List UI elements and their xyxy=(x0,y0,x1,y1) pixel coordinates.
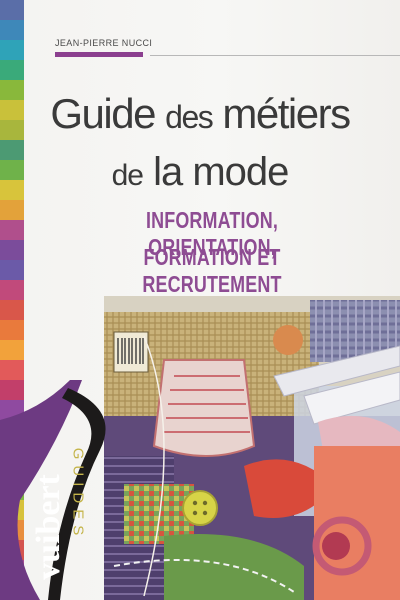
title-word-de: de xyxy=(111,159,144,192)
series-name: GUIDES xyxy=(69,447,87,542)
title-word-metiers: métiers xyxy=(222,90,351,137)
spine-color-block xyxy=(0,360,24,380)
spine-color-block xyxy=(0,200,24,220)
red-button xyxy=(322,532,350,560)
spine-color-block xyxy=(0,300,24,320)
author-name: JEAN-PIERRE NUCCI xyxy=(55,38,153,48)
title-word-la-mode: la mode xyxy=(153,150,289,194)
spine-color-block xyxy=(0,280,24,300)
spine-color-block xyxy=(0,340,24,360)
thimble-icon xyxy=(152,359,256,457)
spine-color-block xyxy=(0,0,24,20)
header-rule xyxy=(150,55,400,56)
publisher-logo-text: vuibert xyxy=(30,474,67,580)
spine-color-block xyxy=(0,240,24,260)
author-underline-bar xyxy=(55,52,143,57)
spine-color-block xyxy=(0,40,24,60)
spine-color-block xyxy=(0,60,24,80)
spine-color-block xyxy=(0,20,24,40)
spine-color-block xyxy=(0,220,24,240)
spine-color-block xyxy=(0,260,24,280)
title-word-guide: Guide xyxy=(50,90,156,137)
title-line-1: Guide des métiers xyxy=(0,90,400,138)
title-word-des: des xyxy=(165,99,214,135)
sewing-collage-illustration xyxy=(104,296,400,600)
yellow-button xyxy=(182,490,218,526)
title-line-2: de la mode xyxy=(0,150,400,195)
spine-color-block xyxy=(0,320,24,340)
subtitle-line-2: FORMATION ET RECRUTEMENT xyxy=(142,244,282,297)
wooden-button xyxy=(273,325,303,355)
book-cover: JEAN-PIERRE NUCCI Guide des métiers de l… xyxy=(0,0,400,600)
